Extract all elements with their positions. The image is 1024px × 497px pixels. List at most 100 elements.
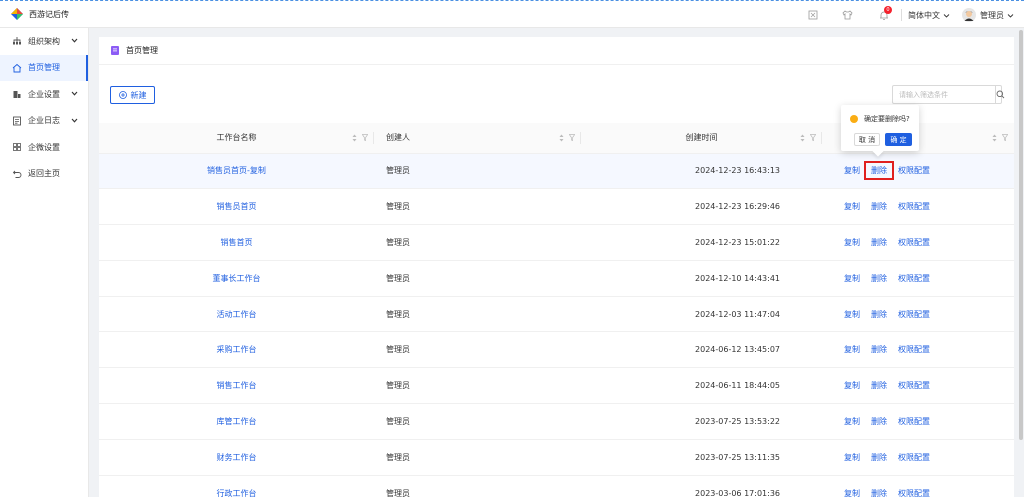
column-header-name[interactable]: 工作台名称 bbox=[99, 123, 374, 154]
user-name: 管理员 bbox=[980, 10, 1004, 20]
copy-link[interactable]: 复制 bbox=[844, 274, 860, 283]
delete-link[interactable]: 删除 bbox=[871, 489, 887, 497]
column-sorter[interactable] bbox=[992, 134, 1008, 142]
language-selector[interactable]: 简体中文 bbox=[908, 10, 950, 21]
sidebar-item-org[interactable]: 组织架构 bbox=[0, 28, 88, 55]
permission-config-link[interactable]: 权限配置 bbox=[898, 489, 930, 497]
delete-link[interactable]: 删除 bbox=[871, 345, 887, 354]
workbench-name-link[interactable]: 销售工作台 bbox=[99, 367, 374, 405]
org-chart-icon bbox=[13, 37, 21, 45]
copy-link[interactable]: 复制 bbox=[844, 166, 860, 175]
delete-link[interactable]: 删除 bbox=[864, 161, 894, 181]
workbench-name-link[interactable]: 董事长工作台 bbox=[99, 260, 374, 297]
permission-config-link[interactable]: 权限配置 bbox=[898, 202, 930, 211]
search-button[interactable] bbox=[995, 86, 1005, 103]
header-actions: 0 简体中文 管理员 bbox=[807, 1, 1024, 29]
sidebar-item-label: 返回主页 bbox=[28, 169, 60, 179]
avatar bbox=[962, 8, 976, 22]
filter-icon bbox=[810, 134, 816, 141]
column-header-creator[interactable]: 创建人 bbox=[374, 123, 581, 154]
permission-config-link[interactable]: 权限配置 bbox=[898, 238, 930, 247]
sidebar-item-label: 企业设置 bbox=[28, 89, 60, 99]
workbench-name-link[interactable]: 行政工作台 bbox=[99, 475, 374, 497]
workbench-name-link[interactable]: 财务工作台 bbox=[99, 439, 374, 476]
page-title: 首页管理 bbox=[126, 46, 158, 55]
sidebar: 组织架构 首页管理 企业设置 企业日志 企微设置 返回主页 bbox=[0, 28, 89, 497]
copy-link[interactable]: 复制 bbox=[844, 202, 860, 211]
delete-link[interactable]: 删除 bbox=[871, 274, 887, 283]
new-button[interactable]: 新建 bbox=[110, 86, 155, 104]
chevron-down-icon bbox=[1007, 13, 1014, 18]
sort-icon bbox=[559, 134, 564, 142]
search-box bbox=[892, 85, 1005, 104]
delete-link[interactable]: 删除 bbox=[871, 381, 887, 390]
sidebar-item-wecom-settings[interactable]: 企微设置 bbox=[0, 134, 88, 161]
confirm-button[interactable]: 确 定 bbox=[885, 133, 912, 146]
actions-cell: 复制 删除 权限配置 bbox=[822, 188, 1014, 226]
copy-link[interactable]: 复制 bbox=[844, 310, 860, 319]
actions-cell: 复制 删除 权限配置 bbox=[822, 439, 1014, 476]
column-sorter[interactable] bbox=[352, 134, 368, 142]
warning-icon bbox=[850, 115, 858, 123]
permission-config-link[interactable]: 权限配置 bbox=[898, 310, 930, 319]
cancel-button[interactable]: 取 消 bbox=[854, 133, 880, 146]
delete-link[interactable]: 删除 bbox=[871, 202, 887, 211]
shirt-icon[interactable] bbox=[841, 9, 853, 21]
workbench-name-link[interactable]: 库管工作台 bbox=[99, 403, 374, 440]
copy-link[interactable]: 复制 bbox=[844, 345, 860, 354]
delete-link[interactable]: 删除 bbox=[871, 310, 887, 319]
created-time-cell: 2024-12-23 16:29:46 bbox=[581, 188, 822, 226]
bell-icon[interactable]: 0 bbox=[878, 6, 892, 21]
sidebar-item-home-management[interactable]: 首页管理 bbox=[0, 54, 88, 81]
copy-link[interactable]: 复制 bbox=[844, 453, 860, 462]
copy-link[interactable]: 复制 bbox=[844, 381, 860, 390]
fullscreen-icon[interactable] bbox=[807, 9, 819, 21]
home-icon bbox=[12, 63, 22, 73]
delete-link[interactable]: 删除 bbox=[871, 238, 887, 247]
creator-cell: 管理员 bbox=[374, 367, 581, 405]
copy-link[interactable]: 复制 bbox=[844, 489, 860, 497]
permission-config-link[interactable]: 权限配置 bbox=[898, 166, 930, 175]
delete-link[interactable]: 删除 bbox=[871, 417, 887, 426]
sort-icon bbox=[352, 134, 357, 142]
delete-link[interactable]: 删除 bbox=[871, 453, 887, 462]
page-icon bbox=[111, 46, 119, 55]
workbench-name-link[interactable]: 销售员首页-复制 bbox=[99, 153, 374, 190]
popconfirm-text: 确定要删除吗? bbox=[864, 115, 910, 123]
permission-config-link[interactable]: 权限配置 bbox=[898, 345, 930, 354]
copy-link[interactable]: 复制 bbox=[844, 238, 860, 247]
table-row: 财务工作台 管理员 2023-07-25 13:11:35 复制 删除 权限配置 bbox=[99, 439, 1014, 476]
created-time-cell: 2023-07-25 13:11:35 bbox=[581, 439, 822, 476]
actions-cell: 复制 删除 权限配置 bbox=[822, 153, 1014, 190]
sidebar-item-enterprise-settings[interactable]: 企业设置 bbox=[0, 81, 88, 108]
permission-config-link[interactable]: 权限配置 bbox=[898, 417, 930, 426]
chevron-down-icon bbox=[71, 91, 78, 96]
search-input[interactable] bbox=[893, 86, 995, 103]
scrollbar-thumb[interactable] bbox=[1019, 30, 1023, 440]
page-scrollbar[interactable] bbox=[1018, 28, 1024, 497]
sidebar-item-label: 首页管理 bbox=[28, 63, 60, 73]
sidebar-item-return-home[interactable]: 返回主页 bbox=[0, 161, 88, 188]
sidebar-item-label: 组织架构 bbox=[28, 36, 60, 46]
return-icon bbox=[12, 170, 22, 178]
table-row: 活动工作台 管理员 2024-12-03 11:47:04 复制 删除 权限配置 bbox=[99, 296, 1014, 333]
permission-config-link[interactable]: 权限配置 bbox=[898, 274, 930, 283]
created-time-cell: 2023-03-06 17:01:36 bbox=[581, 475, 822, 497]
column-sorter[interactable] bbox=[559, 134, 575, 142]
workbench-name-link[interactable]: 销售员首页 bbox=[99, 188, 374, 226]
column-sorter[interactable] bbox=[800, 134, 816, 142]
created-time-cell: 2024-06-11 18:44:05 bbox=[581, 367, 822, 405]
building-icon bbox=[13, 91, 21, 99]
copy-link[interactable]: 复制 bbox=[844, 417, 860, 426]
sidebar-item-enterprise-log[interactable]: 企业日志 bbox=[0, 108, 88, 135]
column-header-created-time[interactable]: 创建时间 bbox=[581, 123, 822, 154]
workbench-name-link[interactable]: 活动工作台 bbox=[99, 296, 374, 333]
created-time-cell: 2024-06-12 13:45:07 bbox=[581, 331, 822, 369]
table-row: 销售员首页-复制 管理员 2024-12-23 16:43:13 复制 删除 权限配置 bbox=[99, 153, 1014, 190]
permission-config-link[interactable]: 权限配置 bbox=[898, 381, 930, 390]
top-bar: 西游记后传 0 简体中文 管理员 bbox=[0, 0, 1024, 28]
workbench-name-link[interactable]: 采购工作台 bbox=[99, 331, 374, 369]
workbench-name-link[interactable]: 销售首页 bbox=[99, 224, 374, 261]
user-menu[interactable]: 管理员 bbox=[962, 8, 1014, 22]
permission-config-link[interactable]: 权限配置 bbox=[898, 453, 930, 462]
